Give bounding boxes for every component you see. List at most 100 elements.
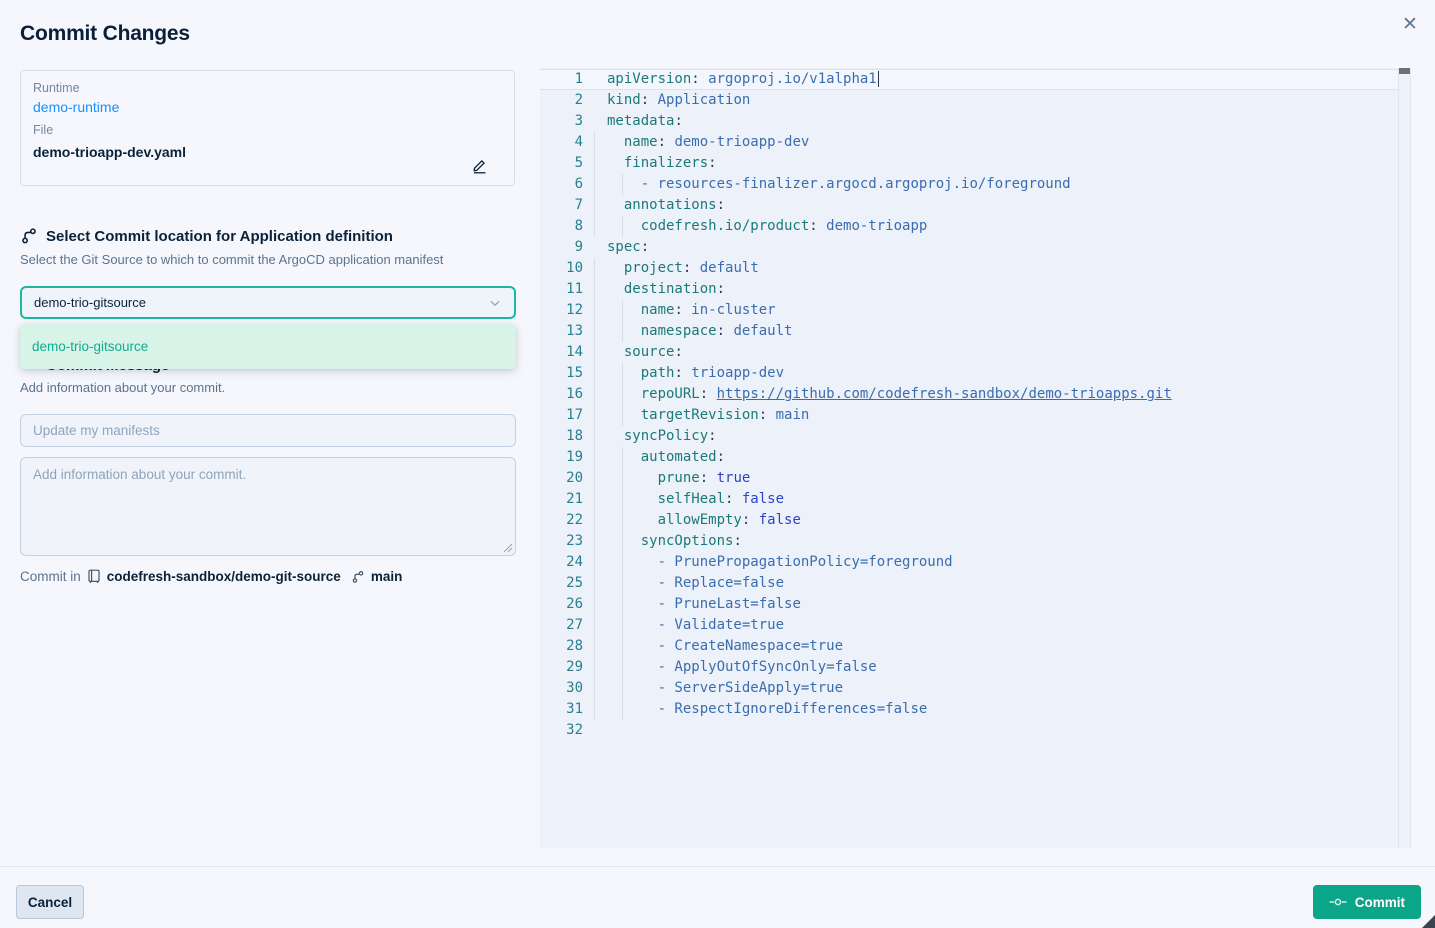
code-line[interactable]: 5 finalizers: xyxy=(540,153,1398,174)
runtime-label: Runtime xyxy=(33,81,502,95)
textarea-resize-handle[interactable] xyxy=(501,541,513,553)
code-line[interactable]: 10 project: default xyxy=(540,258,1398,279)
code-line[interactable]: 21 selfHeal: false xyxy=(540,489,1398,510)
code-line[interactable]: 18 syncPolicy: xyxy=(540,426,1398,447)
code-line[interactable]: 28 - CreateNamespace=true xyxy=(540,636,1398,657)
chevron-down-icon xyxy=(488,296,502,310)
code-line[interactable]: 11 destination: xyxy=(540,279,1398,300)
code-line[interactable]: 4 name: demo-trioapp-dev xyxy=(540,132,1398,153)
text-cursor xyxy=(878,71,880,87)
code-line[interactable]: 24 - PrunePropagationPolicy=foreground xyxy=(540,552,1398,573)
code-line[interactable]: 31 - RespectIgnoreDifferences=false xyxy=(540,699,1398,720)
line-number: 30 xyxy=(540,678,583,699)
code-lines: 1apiVersion: argoproj.io/v1alpha12kind: … xyxy=(540,69,1398,741)
gitsource-select[interactable]: demo-trio-gitsource xyxy=(20,286,516,319)
code-line[interactable]: 14 source: xyxy=(540,342,1398,363)
code-line[interactable]: 6 - resources-finalizer.argocd.argoproj.… xyxy=(540,174,1398,195)
git-commit-icon xyxy=(1329,897,1347,907)
gitsource-selected-value: demo-trio-gitsource xyxy=(34,295,488,310)
line-number: 6 xyxy=(540,174,583,195)
code-line[interactable]: 9spec: xyxy=(540,237,1398,258)
commit-message-subtitle: Add information about your commit. xyxy=(20,380,225,395)
ruler-cursor-marker xyxy=(1399,68,1410,74)
line-number: 26 xyxy=(540,594,583,615)
line-number: 23 xyxy=(540,531,583,552)
line-number: 24 xyxy=(540,552,583,573)
line-number: 13 xyxy=(540,321,583,342)
commit-button-label: Commit xyxy=(1355,895,1405,910)
line-number: 22 xyxy=(540,510,583,531)
line-number: 15 xyxy=(540,363,583,384)
code-line[interactable]: 12 name: in-cluster xyxy=(540,300,1398,321)
code-line[interactable]: 30 - ServerSideApply=true xyxy=(540,678,1398,699)
window-resize-grip[interactable] xyxy=(1422,915,1435,928)
editor-overview-ruler[interactable] xyxy=(1398,68,1411,848)
code-line[interactable]: 29 - ApplyOutOfSyncOnly=false xyxy=(540,657,1398,678)
commit-description-textarea[interactable] xyxy=(20,457,516,556)
line-number: 18 xyxy=(540,426,583,447)
line-number: 10 xyxy=(540,258,583,279)
commit-repo-name: codefresh-sandbox/demo-git-source xyxy=(107,569,341,584)
cancel-button[interactable]: Cancel xyxy=(16,885,84,919)
code-line[interactable]: 19 automated: xyxy=(540,447,1398,468)
line-number: 4 xyxy=(540,132,583,153)
commit-button[interactable]: Commit xyxy=(1313,885,1421,919)
code-line[interactable]: 32 xyxy=(540,720,1398,741)
line-number: 11 xyxy=(540,279,583,300)
code-line[interactable]: 3metadata: xyxy=(540,111,1398,132)
code-line[interactable]: 8 codefresh.io/product: demo-trioapp xyxy=(540,216,1398,237)
line-number: 2 xyxy=(540,90,583,111)
commit-location-subtitle: Select the Git Source to which to commit… xyxy=(20,252,443,267)
commit-location-heading: Select Commit location for Application d… xyxy=(46,228,393,245)
line-number: 29 xyxy=(540,657,583,678)
runtime-file-card: Runtime demo-runtime File demo-trioapp-d… xyxy=(20,70,515,186)
commit-branch-name: main xyxy=(371,569,403,584)
edit-pencil-icon[interactable] xyxy=(471,157,488,174)
repo-icon xyxy=(87,569,101,584)
code-line[interactable]: 7 annotations: xyxy=(540,195,1398,216)
line-number: 3 xyxy=(540,111,583,132)
commit-in-label: Commit in xyxy=(20,569,81,584)
code-line[interactable]: 16 repoURL: https://github.com/codefresh… xyxy=(540,384,1398,405)
yaml-editor[interactable]: 1apiVersion: argoproj.io/v1alpha12kind: … xyxy=(540,68,1411,848)
file-name: demo-trioapp-dev.yaml xyxy=(33,144,502,160)
branch-icon xyxy=(351,570,365,584)
line-number: 7 xyxy=(540,195,583,216)
line-number: 20 xyxy=(540,468,583,489)
code-line[interactable]: 23 syncOptions: xyxy=(540,531,1398,552)
gitsource-dropdown-panel: demo-trio-gitsource xyxy=(20,324,516,369)
line-number: 28 xyxy=(540,636,583,657)
file-label: File xyxy=(33,123,502,137)
page-title: Commit Changes xyxy=(20,22,190,46)
line-number: 12 xyxy=(540,300,583,321)
code-line[interactable]: 26 - PruneLast=false xyxy=(540,594,1398,615)
commit-in-row: Commit in codefresh-sandbox/demo-git-sou… xyxy=(20,569,402,584)
code-line[interactable]: 15 path: trioapp-dev xyxy=(540,363,1398,384)
line-number: 27 xyxy=(540,615,583,636)
commit-summary-input[interactable] xyxy=(20,414,516,447)
code-line[interactable]: 17 targetRevision: main xyxy=(540,405,1398,426)
line-number: 9 xyxy=(540,237,583,258)
code-line[interactable]: 13 namespace: default xyxy=(540,321,1398,342)
line-number: 17 xyxy=(540,405,583,426)
git-branch-icon xyxy=(20,227,38,245)
line-number: 25 xyxy=(540,573,583,594)
gitsource-option[interactable]: demo-trio-gitsource xyxy=(20,324,516,369)
line-number: 31 xyxy=(540,699,583,720)
close-icon[interactable]: ✕ xyxy=(1398,12,1422,36)
line-number: 32 xyxy=(540,720,583,741)
line-number: 1 xyxy=(540,69,583,90)
code-line[interactable]: 27 - Validate=true xyxy=(540,615,1398,636)
line-number: 5 xyxy=(540,153,583,174)
code-line[interactable]: 1apiVersion: argoproj.io/v1alpha1 xyxy=(540,69,1398,90)
code-line[interactable]: 20 prune: true xyxy=(540,468,1398,489)
code-line[interactable]: 25 - Replace=false xyxy=(540,573,1398,594)
runtime-link[interactable]: demo-runtime xyxy=(33,99,502,115)
line-number: 14 xyxy=(540,342,583,363)
line-number: 8 xyxy=(540,216,583,237)
line-number: 21 xyxy=(540,489,583,510)
modal-footer: Cancel Commit xyxy=(0,866,1435,928)
code-line[interactable]: 2kind: Application xyxy=(540,90,1398,111)
code-line[interactable]: 22 allowEmpty: false xyxy=(540,510,1398,531)
line-number: 16 xyxy=(540,384,583,405)
